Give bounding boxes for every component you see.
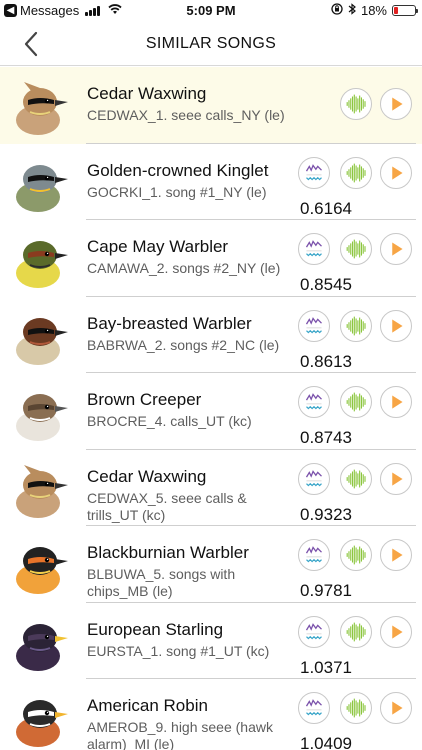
bird-thumbnail: [10, 382, 72, 442]
waveform-button[interactable]: [340, 156, 372, 189]
similarity-score: 1.0371: [300, 657, 352, 677]
spectrogram-button[interactable]: [298, 386, 330, 418]
play-button[interactable]: [380, 615, 412, 648]
spectrogram-button[interactable]: [298, 156, 330, 189]
song-row[interactable]: Golden-crowned Kinglet GOCRKI_1. song #1…: [0, 144, 422, 220]
song-species-name: Cedar Waxwing: [87, 466, 207, 486]
page-title: SIMILAR SONGS: [145, 35, 277, 52]
play-button[interactable]: [380, 386, 412, 418]
spectrogram-button[interactable]: [298, 539, 330, 571]
battery-percent: 18%: [360, 3, 387, 18]
spectrogram-button[interactable]: [298, 692, 330, 724]
bird-thumbnail: [10, 306, 72, 366]
song-file-name: BABRWA_2. songs #2_NC (le): [87, 336, 280, 353]
song-species-name: Cape May Warbler: [87, 237, 229, 256]
bird-thumbnail: [10, 76, 72, 136]
similarity-score: 0.6164: [300, 198, 352, 218]
song-species-name: American Robin: [87, 696, 208, 715]
song-file-name: CAMAWA_2. songs #2_NY (le): [87, 260, 281, 276]
song-species-name: Cedar Waxwing: [87, 84, 207, 103]
song-file-name: EURSTA_1. song #1_UT (kc): [87, 642, 270, 659]
waveform-button[interactable]: [340, 539, 372, 571]
song-species-name: Bay-breasted Warbler: [87, 313, 252, 333]
spectrogram-button[interactable]: [298, 462, 330, 495]
song-row[interactable]: Bay-breasted Warbler BABRWA_2. songs #2_…: [0, 297, 422, 373]
similarity-score: 0.9323: [300, 504, 352, 524]
waveform-button[interactable]: [340, 615, 372, 648]
song-species-name: Golden-crowned Kinglet: [87, 160, 269, 180]
play-button[interactable]: [380, 156, 412, 189]
play-button[interactable]: [380, 462, 412, 495]
song-row[interactable]: Cape May Warbler CAMAWA_2. songs #2_NY (…: [0, 220, 422, 297]
waveform-button[interactable]: [340, 88, 372, 120]
song-species-name: Blackburnian Warbler: [87, 543, 249, 562]
similar-songs-list: Cedar Waxwing CEDWAX_1. seee calls_NY (l…: [0, 67, 422, 750]
song-row[interactable]: Blackburnian Warbler BLBUWA_5. songs wit…: [0, 526, 422, 603]
waveform-button[interactable]: [340, 462, 372, 495]
play-button[interactable]: [380, 539, 412, 571]
song-file-name: GOCRKI_1. song #1_NY (le): [87, 183, 267, 200]
battery-icon: [392, 5, 418, 16]
bird-thumbnail: [10, 535, 72, 595]
song-file-name: CEDWAX_5. seee calls & trills_UT (kc): [87, 489, 247, 523]
waveform-button[interactable]: [340, 692, 372, 724]
bird-thumbnail: [10, 153, 72, 213]
bird-thumbnail: [10, 229, 72, 289]
spectrogram-button[interactable]: [298, 615, 330, 648]
play-button[interactable]: [380, 88, 412, 120]
similarity-score: 0.9781: [300, 581, 352, 600]
play-button[interactable]: [380, 233, 412, 265]
song-species-name: Brown Creeper: [87, 390, 202, 409]
song-file-name: CEDWAX_1. seee calls_NY (le): [87, 107, 285, 123]
similarity-score: 0.8743: [300, 428, 352, 447]
waveform-button[interactable]: [340, 386, 372, 418]
song-row[interactable]: Cedar Waxwing CEDWAX_5. seee calls & tri…: [0, 450, 422, 526]
song-file-name: BLBUWA_5. songs with chips_MB (le): [87, 566, 236, 599]
play-button[interactable]: [380, 692, 412, 724]
waveform-button[interactable]: [340, 309, 372, 342]
waveform-button[interactable]: [340, 233, 372, 265]
song-file-name: BROCRE_4. calls_UT (kc): [87, 413, 252, 429]
spectrogram-button[interactable]: [298, 233, 330, 265]
status-bar: ◀ Messages 5:09 PM 18%: [0, 0, 422, 22]
bird-thumbnail: [10, 612, 72, 672]
similarity-score: 0.8613: [300, 351, 352, 371]
song-row[interactable]: Brown Creeper BROCRE_4. calls_UT (kc) 0.…: [0, 373, 422, 450]
nav-bar: SIMILAR SONGS: [0, 22, 422, 66]
song-file-name: AMEROB_9. high seee (hawk alarm)_MI (le): [87, 719, 273, 750]
orientation-lock-icon: [331, 3, 343, 18]
bird-thumbnail: [10, 688, 72, 748]
song-row[interactable]: European Starling EURSTA_1. song #1_UT (…: [0, 603, 422, 679]
bluetooth-icon: [348, 3, 356, 18]
bird-thumbnail: [10, 459, 72, 519]
spectrogram-button[interactable]: [298, 309, 330, 342]
song-species-name: European Starling: [87, 619, 224, 639]
play-button[interactable]: [380, 309, 412, 342]
similarity-score: 0.8545: [300, 275, 352, 294]
status-right: 18%: [331, 3, 418, 18]
song-row[interactable]: American Robin AMEROB_9. high seee (hawk…: [0, 679, 422, 750]
song-row[interactable]: Cedar Waxwing CEDWAX_1. seee calls_NY (l…: [0, 67, 422, 144]
similarity-score: 1.0409: [300, 734, 352, 750]
